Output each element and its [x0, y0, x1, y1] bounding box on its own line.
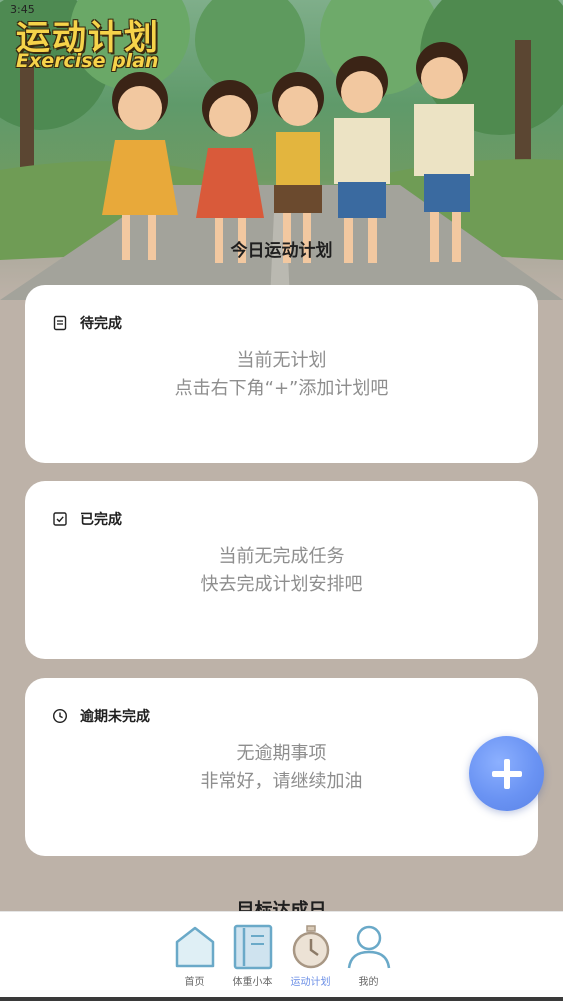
pending-card-header: 待完成 [52, 313, 122, 333]
bottom-nav: 首页 体重小本 运动计划 我的 [0, 911, 563, 1001]
system-home-bar [0, 997, 563, 1001]
nav-label-exercise-plan: 运动计划 [290, 977, 331, 988]
pending-card-title: 待完成 [80, 316, 122, 332]
add-plan-button[interactable] [469, 736, 544, 811]
home-icon [175, 926, 214, 968]
today-plan-heading: 今日运动计划 [230, 241, 333, 261]
checkbox-icon [53, 512, 67, 526]
completed-empty-line-2: 快去完成计划安排吧 [200, 574, 363, 595]
overdue-empty-line-2: 非常好，请继续加油 [200, 771, 363, 792]
pending-empty-message: 当前无计划 点击右下角“+”添加计划吧 [25, 347, 538, 403]
clock-icon [52, 708, 68, 724]
nav-label-me: 我的 [358, 977, 379, 988]
stopwatch-icon [292, 925, 329, 969]
pending-empty-line-2: 点击右下角“+”添加计划吧 [174, 378, 389, 399]
nav-label-home: 首页 [184, 977, 205, 988]
pending-card: 待完成 当前无计划 点击右下角“+”添加计划吧 [25, 285, 538, 463]
overdue-empty-line-1: 无逾期事项 [236, 743, 327, 764]
nav-label-weight-notebook: 体重小本 [232, 977, 273, 988]
completed-card-header: 已完成 [52, 509, 122, 529]
plus-icon [491, 758, 522, 789]
document-icon [53, 315, 67, 331]
nav-item-weight-notebook[interactable]: 体重小本 [228, 912, 278, 1001]
nav-item-me[interactable]: 我的 [344, 912, 394, 1001]
completed-empty-message: 当前无完成任务 快去完成计划安排吧 [25, 543, 538, 599]
pending-empty-line-1: 当前无计划 [236, 350, 327, 371]
completed-empty-line-1: 当前无完成任务 [218, 546, 345, 567]
overdue-card: 逾期未完成 无逾期事项 非常好，请继续加油 [25, 678, 538, 856]
person-icon [347, 925, 390, 969]
nav-item-home[interactable]: 首页 [170, 912, 220, 1001]
completed-card-title: 已完成 [80, 512, 122, 528]
banner-subtitle: Exercise plan [16, 50, 159, 72]
nav-item-exercise-plan[interactable]: 运动计划 [286, 912, 336, 1001]
completed-card: 已完成 当前无完成任务 快去完成计划安排吧 [25, 481, 538, 659]
overdue-card-title: 逾期未完成 [80, 709, 150, 725]
overdue-card-header: 逾期未完成 [52, 706, 150, 726]
overdue-empty-message: 无逾期事项 非常好，请继续加油 [25, 740, 538, 796]
notebook-icon [233, 924, 272, 970]
